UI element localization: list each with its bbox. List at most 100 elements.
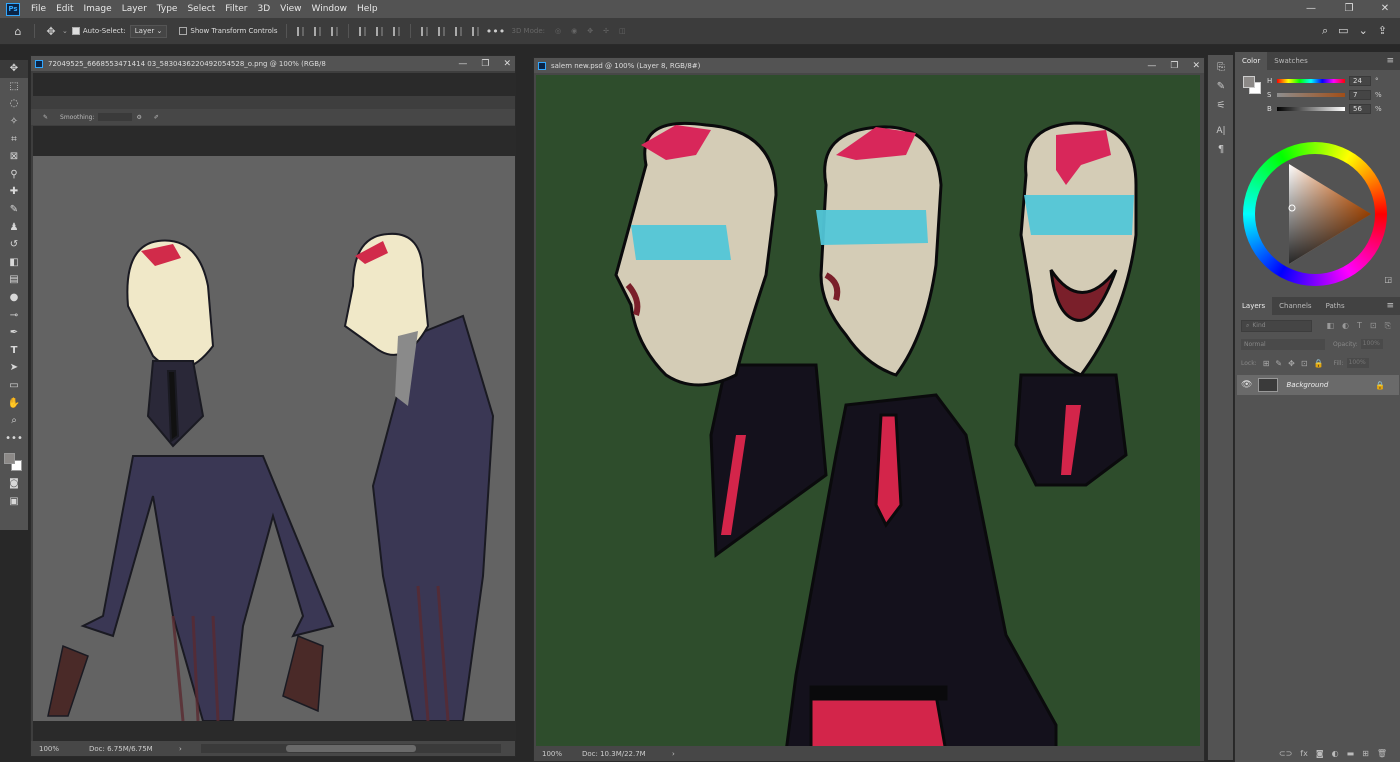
- panel-menu-icon[interactable]: ≡: [1386, 297, 1394, 315]
- scrollbar-thumb[interactable]: [286, 745, 416, 752]
- chevron-down-icon[interactable]: ⌄: [1359, 24, 1368, 38]
- eyedropper-tool-icon[interactable]: ⚲: [0, 166, 28, 184]
- sketch-canvas[interactable]: [33, 156, 515, 721]
- close-icon[interactable]: ✕: [503, 59, 511, 69]
- gear-icon[interactable]: ⚙: [136, 114, 141, 121]
- menu-layer[interactable]: Layer: [117, 0, 152, 18]
- screen-mode-icon[interactable]: ▣: [0, 493, 28, 511]
- minimize-icon[interactable]: —: [1300, 0, 1322, 18]
- type-tool-icon[interactable]: T: [0, 342, 28, 360]
- gradient-tool-icon[interactable]: ▤: [0, 271, 28, 289]
- tab-channels[interactable]: Channels: [1272, 297, 1318, 315]
- zoom-level[interactable]: 100%: [39, 745, 89, 753]
- character-icon[interactable]: A|: [1208, 121, 1234, 140]
- align-right-icon[interactable]: [331, 26, 339, 36]
- align-top-icon[interactable]: [359, 26, 367, 36]
- auto-select-checkbox[interactable]: [71, 27, 80, 35]
- hue-slider[interactable]: [1277, 79, 1345, 83]
- more-options-icon[interactable]: •••: [486, 23, 505, 39]
- tab-color[interactable]: Color: [1235, 52, 1268, 70]
- tab-paths[interactable]: Paths: [1319, 297, 1352, 315]
- brightness-input[interactable]: 56: [1349, 104, 1371, 114]
- path-selection-tool-icon[interactable]: ➤: [0, 359, 28, 377]
- share-icon[interactable]: ⇪: [1378, 24, 1387, 38]
- hue-input[interactable]: 24: [1349, 76, 1371, 86]
- menu-window[interactable]: Window: [307, 0, 353, 18]
- lock-icons[interactable]: ⊞✎✥⊡🔒: [1263, 359, 1330, 368]
- fx-icon[interactable]: fx: [1300, 749, 1308, 758]
- zoom-level[interactable]: 100%: [542, 750, 582, 758]
- distribute-icon[interactable]: [455, 26, 463, 36]
- minimize-icon[interactable]: —: [1147, 61, 1156, 71]
- menu-3d[interactable]: 3D: [253, 0, 276, 18]
- panel-menu-icon[interactable]: ≡: [1386, 52, 1394, 70]
- opacity-input[interactable]: 100%: [1360, 339, 1383, 349]
- layer-name[interactable]: Background: [1286, 381, 1328, 389]
- healing-brush-tool-icon[interactable]: ✚: [0, 183, 28, 201]
- crop-tool-icon[interactable]: ⌗: [0, 130, 28, 148]
- layer-filter-icons[interactable]: ◧◐T⊡⎘: [1326, 321, 1399, 331]
- new-layer-icon[interactable]: ⊞: [1362, 749, 1369, 758]
- trash-icon[interactable]: 🗑: [1377, 749, 1387, 758]
- move-tool-icon[interactable]: ✥: [0, 60, 28, 78]
- history-brush-tool-icon[interactable]: ↺: [0, 236, 28, 254]
- foreground-color-swatch[interactable]: [1243, 76, 1255, 88]
- pressure-icon[interactable]: ✐: [154, 114, 159, 121]
- lasso-tool-icon[interactable]: ◌: [0, 95, 28, 113]
- chevron-down-icon[interactable]: ⌄: [62, 27, 68, 35]
- saturation-input[interactable]: 7: [1349, 90, 1371, 100]
- align-center-icon[interactable]: [314, 26, 322, 36]
- workspace-icon[interactable]: ▭: [1338, 24, 1348, 38]
- brightness-slider[interactable]: [1277, 107, 1345, 111]
- paragraph-icon[interactable]: ¶: [1208, 140, 1234, 159]
- dodge-tool-icon[interactable]: ⊸: [0, 306, 28, 324]
- color-triangle[interactable]: [1243, 142, 1387, 286]
- align-left-icon[interactable]: [297, 26, 305, 36]
- menu-filter[interactable]: Filter: [220, 0, 252, 18]
- clone-stamp-tool-icon[interactable]: ♟: [0, 218, 28, 236]
- blend-mode-dropdown[interactable]: Normal: [1241, 338, 1325, 350]
- distribute-icon[interactable]: [472, 26, 480, 36]
- brush-settings-icon[interactable]: ✎: [1208, 77, 1234, 96]
- document-tab-2[interactable]: salem new.psd @ 100% (Layer 8, RGB/8#) —…: [534, 58, 1204, 73]
- restore-icon[interactable]: ❐: [1170, 61, 1178, 71]
- rectangle-tool-icon[interactable]: ▭: [0, 377, 28, 395]
- foreground-color-swatch[interactable]: [4, 453, 15, 465]
- fill-input[interactable]: 100%: [1346, 358, 1369, 368]
- new-group-icon[interactable]: ▬: [1347, 749, 1355, 758]
- move-tool-icon[interactable]: ✥: [43, 23, 59, 39]
- tab-swatches[interactable]: Swatches: [1267, 52, 1314, 70]
- tab-layers[interactable]: Layers: [1235, 297, 1273, 315]
- search-icon[interactable]: ⌕: [1322, 24, 1328, 38]
- color-wheel[interactable]: [1243, 142, 1387, 286]
- zoom-tool-icon[interactable]: ⌕: [0, 412, 28, 430]
- pen-tool-icon[interactable]: ✒: [0, 324, 28, 342]
- chevron-right-icon[interactable]: ›: [672, 750, 675, 758]
- brush-tool-icon[interactable]: ✎: [0, 201, 28, 219]
- brush-preset-icon[interactable]: ✎: [43, 114, 48, 121]
- link-layers-icon[interactable]: ⊂⊃: [1279, 749, 1292, 758]
- menu-image[interactable]: Image: [79, 0, 117, 18]
- align-bottom-icon[interactable]: [393, 26, 401, 36]
- home-icon[interactable]: ⌂: [10, 23, 26, 39]
- history-icon[interactable]: ⎘: [1208, 58, 1234, 77]
- marquee-tool-icon[interactable]: ⬚: [0, 78, 28, 96]
- restore-icon[interactable]: ❐: [1338, 0, 1360, 18]
- close-icon[interactable]: ✕: [1192, 61, 1200, 71]
- edit-toolbar-icon[interactable]: •••: [0, 429, 28, 447]
- layer-row[interactable]: 👁 Background 🔒: [1237, 375, 1399, 395]
- minimize-icon[interactable]: —: [458, 59, 467, 69]
- show-transform-checkbox[interactable]: [179, 27, 188, 35]
- chevron-right-icon[interactable]: ›: [179, 745, 182, 753]
- adjustment-layer-icon[interactable]: ◐: [1332, 749, 1339, 758]
- menu-help[interactable]: Help: [352, 0, 383, 18]
- adjustments-icon[interactable]: ⚟: [1208, 96, 1234, 115]
- eraser-tool-icon[interactable]: ◧: [0, 254, 28, 272]
- magic-wand-tool-icon[interactable]: ✧: [0, 113, 28, 131]
- menu-select[interactable]: Select: [182, 0, 220, 18]
- artwork-canvas[interactable]: [536, 75, 1200, 752]
- menu-type[interactable]: Type: [152, 0, 183, 18]
- add-mask-icon[interactable]: ◙: [1316, 749, 1324, 758]
- quick-mask-icon[interactable]: ◙: [0, 475, 28, 493]
- document-tab-1[interactable]: 72049525_6668553471414 03_58304362204920…: [31, 56, 515, 71]
